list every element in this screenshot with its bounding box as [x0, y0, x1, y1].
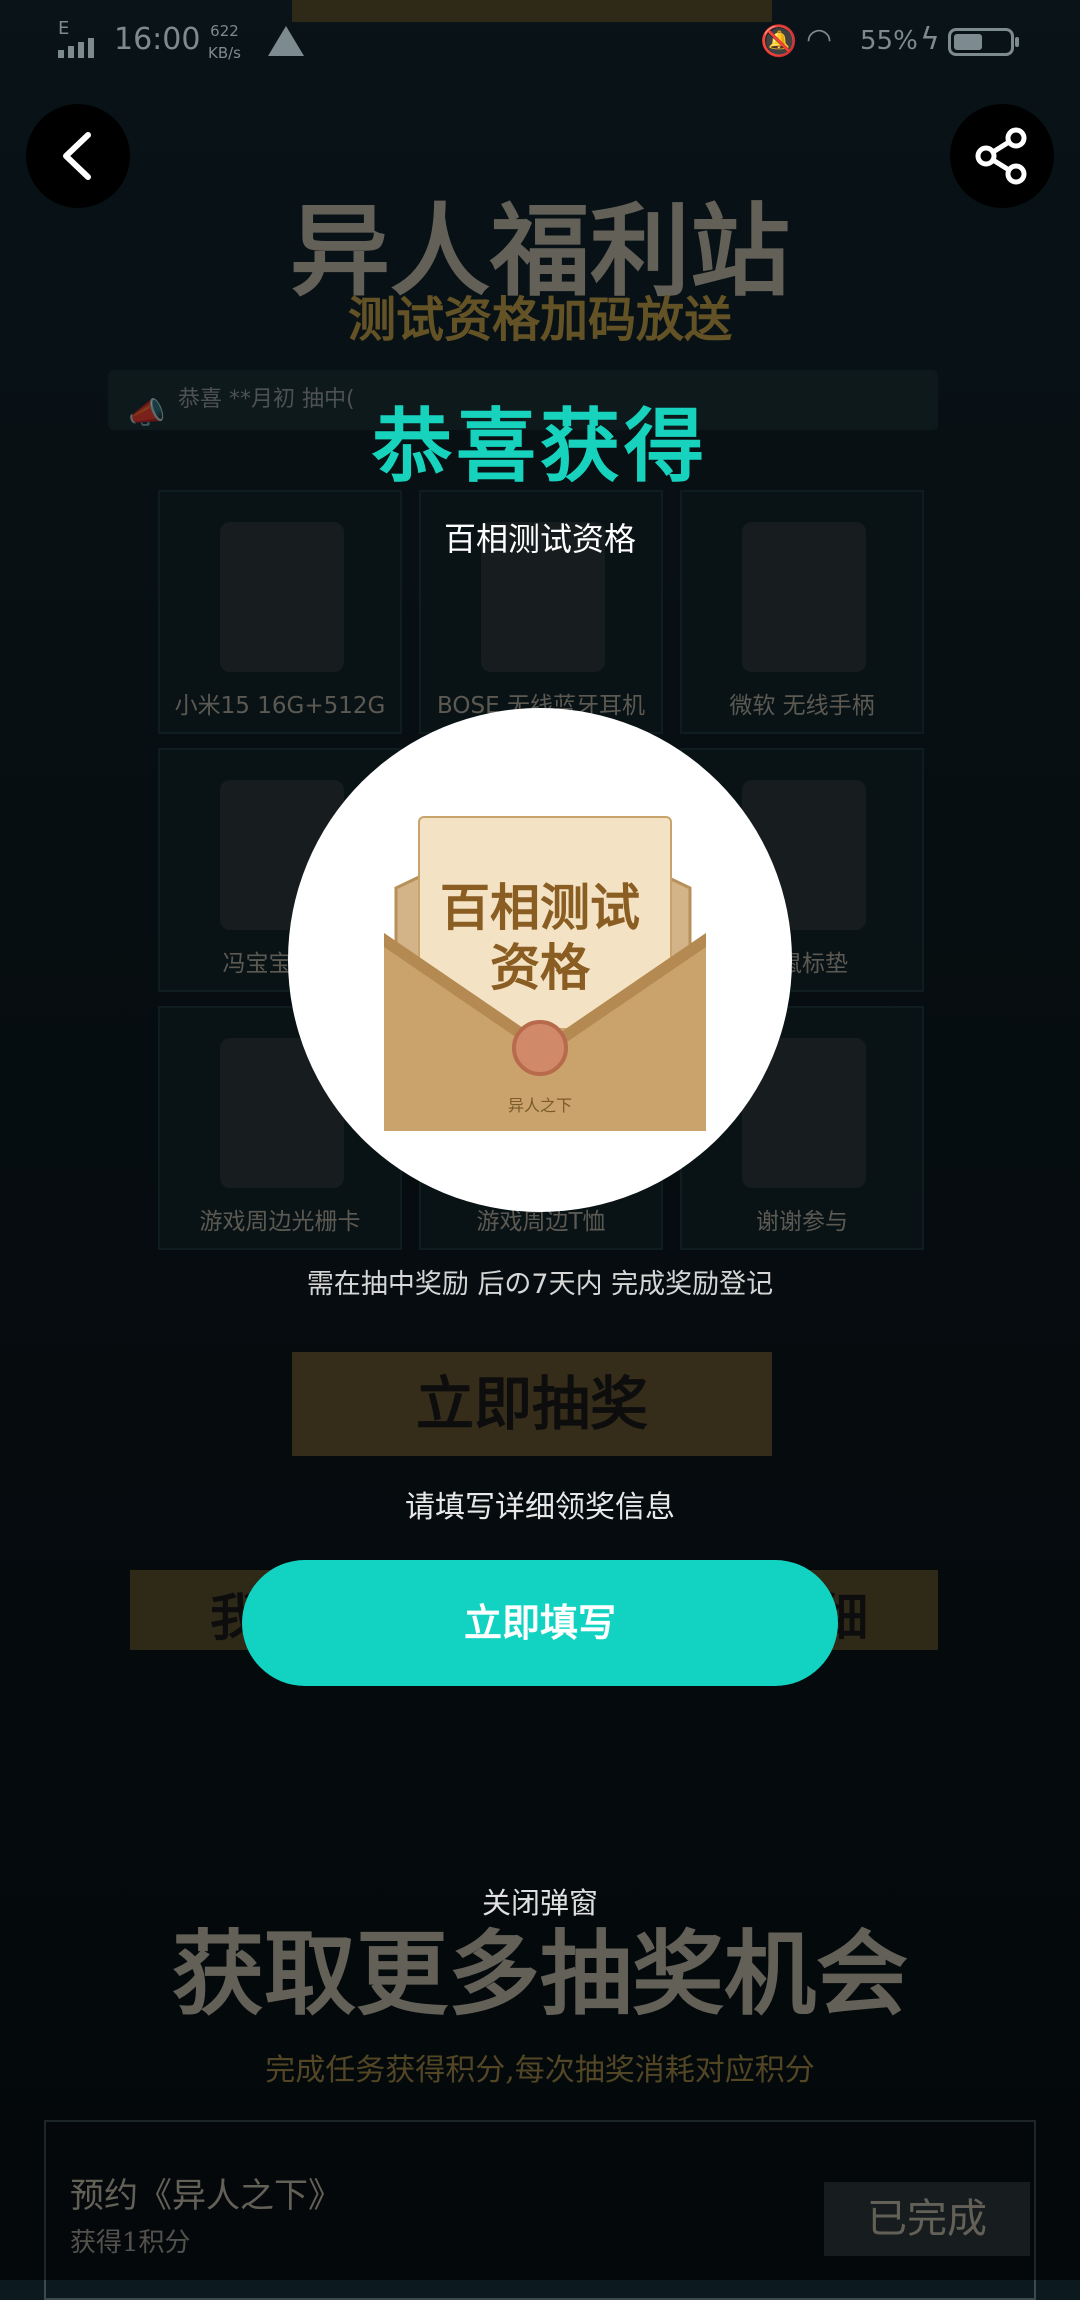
close-popup-link[interactable]: 关闭弹窗	[0, 1880, 1080, 1922]
back-button[interactable]	[26, 104, 130, 208]
battery-icon	[948, 28, 1019, 56]
share-button[interactable]	[950, 104, 1054, 208]
task-status-button[interactable]: 已完成	[824, 2182, 1030, 2256]
prize-label: 谢谢参与	[756, 1209, 848, 1235]
signal-icon	[58, 38, 94, 58]
page-subtitle: 测试资格加码放送	[347, 292, 732, 348]
draw-now-button[interactable]: 立即抽奖	[292, 1352, 772, 1456]
network-speed: 622 KB/s	[208, 22, 241, 62]
fill-info-hint: 请填写详细领奖信息	[405, 1490, 675, 1525]
more-chances-subtitle: 完成任务获得积分,每次抽奖消耗对应积分	[265, 2053, 815, 2088]
popup-title: 恭喜获得	[372, 400, 708, 493]
prize-label: 游戏周边光栅卡	[199, 1209, 361, 1235]
chevron-left-icon	[63, 132, 91, 180]
charging-icon: ϟ	[920, 22, 940, 57]
task-card: 预约《异人之下》 获得1积分 已完成	[44, 2120, 1036, 2300]
prize-label: 小米15 16G+512G	[174, 693, 386, 719]
fill-now-button[interactable]: 立即填写	[242, 1560, 838, 1686]
task-name: 预约《异人之下》	[70, 2176, 342, 2216]
clock: 16:00	[114, 22, 201, 57]
task-points: 获得1积分	[70, 2228, 191, 2258]
warning-icon	[268, 26, 304, 56]
prize-label: 微软 无线手柄	[729, 693, 875, 719]
registration-note: 需在抽中奖励 后の7天内 完成奖励登记	[306, 1269, 774, 1300]
prize-image: 百相测试 资格 异人之下	[288, 708, 792, 1212]
status-bar: E 16:00 622 KB/s 🔕 ◠ 55% ϟ	[0, 0, 1080, 84]
battery-percent: 55%	[860, 26, 918, 56]
network-type: E	[58, 18, 70, 39]
mute-bell-icon: 🔕	[760, 24, 798, 59]
popup-prize-name: 百相测试资格	[443, 520, 636, 558]
prize-image-footer: 异人之下	[507, 1096, 572, 1115]
share-icon	[975, 127, 1027, 185]
wax-seal-icon	[512, 1020, 568, 1076]
wifi-icon: ◠	[806, 22, 833, 57]
